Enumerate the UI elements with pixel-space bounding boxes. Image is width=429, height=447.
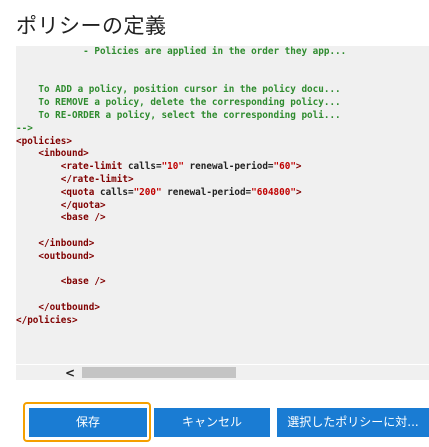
code-line: To RE-ORDER a policy, select the corresp…: [16, 110, 346, 123]
code-line: <quota calls="200" renewal-period="60480…: [16, 187, 346, 200]
cancel-button[interactable]: キャンセル: [154, 408, 270, 437]
code-token: "10": [161, 161, 184, 173]
code-line: </inbound>: [16, 238, 346, 251]
code-token: To ADD a policy, position cursor in the …: [16, 84, 341, 96]
code-token: "604800": [251, 186, 296, 198]
save-button[interactable]: 保存: [29, 408, 147, 437]
code-token: <outbound>: [16, 250, 95, 262]
code-line: </outbound>: [16, 302, 346, 315]
code-line: -->: [16, 123, 346, 136]
code-line: <base />: [16, 276, 346, 289]
code-line: To REMOVE a policy, delete the correspon…: [16, 97, 346, 110]
code-token: To REMOVE a policy, delete the correspon…: [16, 97, 341, 109]
code-token: calls: [94, 186, 128, 198]
page-title: ポリシーの定義: [16, 14, 167, 38]
code-token: <quota: [16, 186, 95, 198]
apply-to-selected-button[interactable]: 選択したポリシーに対...: [277, 408, 429, 437]
code-line: <base />: [16, 212, 346, 225]
code-token: </quota>: [16, 199, 106, 211]
scroll-left-icon[interactable]: <: [60, 367, 80, 379]
policy-editor[interactable]: - Policies are applied in the order they…: [16, 46, 429, 364]
code-token: "200": [133, 186, 162, 198]
code-line: To ADD a policy, position cursor in the …: [16, 84, 346, 97]
code-token: </rate-limit>: [16, 173, 134, 185]
code-token: renewal-period: [183, 161, 268, 173]
code-token: <base />: [16, 212, 106, 224]
code-token: To RE-ORDER a policy, select the corresp…: [16, 109, 341, 121]
policy-code[interactable]: - Policies are applied in the order they…: [16, 46, 346, 328]
code-line: <policies>: [16, 136, 346, 149]
code-line: </quota>: [16, 200, 346, 213]
code-token: <base />: [16, 276, 106, 288]
code-token: </policies>: [16, 314, 78, 326]
code-line: <rate-limit calls="10" renewal-period="6…: [16, 161, 346, 174]
code-token: </outbound>: [16, 301, 100, 313]
code-line: <inbound>: [16, 148, 346, 161]
code-token: "60": [273, 161, 296, 173]
code-token: >: [295, 161, 302, 173]
code-token: <inbound>: [16, 148, 89, 160]
scrollbar-thumb[interactable]: [82, 367, 236, 378]
code-token: renewal-period: [161, 186, 246, 198]
code-token: >: [295, 186, 302, 198]
code-token: -->: [16, 122, 33, 134]
code-token: <policies>: [16, 135, 72, 147]
code-token: - Policies are applied in the order they…: [16, 46, 347, 57]
code-token: calls: [122, 161, 156, 173]
code-line: - Policies are applied in the order they…: [16, 46, 346, 59]
code-token: </inbound>: [16, 237, 95, 249]
code-line: </rate-limit>: [16, 174, 346, 187]
code-line: <outbound>: [16, 251, 346, 264]
code-line: </policies>: [16, 315, 346, 328]
code-token: <rate-limit: [16, 161, 123, 173]
